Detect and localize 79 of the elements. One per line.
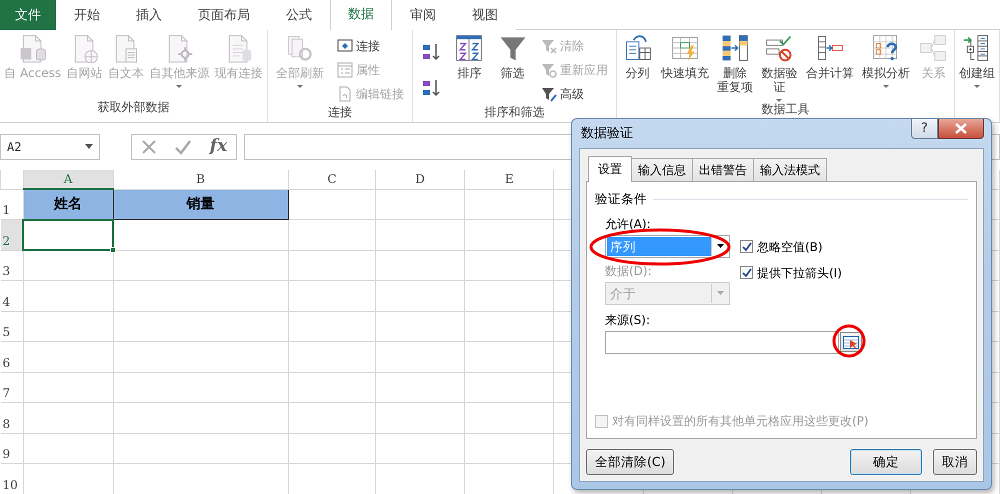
range-picker-icon: [843, 336, 859, 349]
row-header[interactable]: 4: [0, 280, 24, 311]
properties-list-icon: [337, 62, 353, 78]
caret-icon: [716, 244, 724, 248]
source-input[interactable]: [605, 330, 839, 354]
ribbon-button[interactable]: 数据验 证: [760, 33, 798, 102]
column-header[interactable]: C: [288, 170, 376, 189]
close-icon: [955, 123, 967, 134]
cancel-icon: [140, 138, 157, 154]
ribbon-button[interactable]: 连接: [336, 35, 405, 57]
database-document-icon: [18, 33, 48, 63]
checkbox[interactable]: 提供下拉箭头(I): [740, 264, 842, 282]
sort-descending-icon: [421, 78, 442, 98]
help-button[interactable]: ?: [911, 119, 938, 139]
validation-check-block-icon: [764, 33, 794, 63]
sort-descending-button[interactable]: [420, 77, 442, 99]
window-title: 数据验证: [580, 124, 633, 143]
caret-icon: [85, 144, 93, 149]
column-header[interactable]: E: [464, 170, 554, 189]
ribbon-button[interactable]: 排序: [453, 33, 486, 105]
sort-ascending-icon: [421, 42, 442, 62]
row-header[interactable]: 2: [0, 220, 24, 250]
active-cell[interactable]: [23, 220, 114, 250]
ribbon-button[interactable]: 分列: [622, 33, 654, 102]
range-picker-button[interactable]: [840, 332, 862, 352]
column-header[interactable]: B: [113, 170, 288, 189]
advanced-filter-icon: [540, 86, 557, 102]
connection-window-icon: [337, 38, 353, 54]
ribbon-button[interactable]: 删除 重复项: [716, 33, 754, 102]
sort-dialog-icon: [454, 33, 484, 63]
ribbon-button[interactable]: 创建组: [958, 33, 996, 100]
row-header[interactable]: 6: [0, 342, 24, 372]
header-cell[interactable]: 销量: [113, 189, 288, 220]
checkmark-icon: [742, 268, 752, 278]
reapply-filter-icon: [540, 62, 557, 78]
close-button[interactable]: [938, 119, 984, 139]
row-header[interactable]: 7: [0, 372, 24, 402]
ribbon-button[interactable]: 高级: [540, 83, 609, 105]
remove-duplicates-icon: [720, 33, 750, 63]
file-tab[interactable]: 文件: [0, 0, 56, 30]
ribbon-button[interactable]: 模拟分析: [861, 33, 912, 102]
group-label: 数据工具: [760, 102, 810, 118]
group-label: 排序和筛选: [484, 105, 546, 121]
row-header[interactable]: 3: [0, 250, 24, 280]
checkbox[interactable]: 忽略空值(B): [740, 238, 842, 256]
row-header[interactable]: 9: [0, 433, 24, 464]
dialog-tab[interactable]: 输入信息: [631, 158, 693, 181]
fill-handle[interactable]: [110, 247, 116, 253]
ribbon-tab[interactable]: 数据: [330, 0, 392, 30]
ribbon-button[interactable]: 筛选: [496, 33, 529, 105]
field-label: 允许(A):: [605, 216, 651, 233]
group-label: 获取外部数据: [96, 100, 170, 116]
dialog-button[interactable]: 全部清除(C): [586, 449, 674, 475]
ribbon-button[interactable]: 快速填充: [660, 33, 710, 102]
checkmark-icon: [742, 242, 752, 252]
dialog-button[interactable]: 确定: [850, 449, 922, 475]
edit-links-icon: [337, 86, 353, 102]
header-cell[interactable]: 姓名: [23, 189, 114, 220]
insert-function-button[interactable]: fx: [210, 134, 228, 160]
row-header[interactable]: 8: [0, 402, 24, 433]
ribbon-button[interactable]: 合并计算: [804, 33, 855, 102]
field-label: 数据(D):: [605, 262, 652, 280]
dialog-tab[interactable]: 输入法模式: [753, 158, 827, 181]
dialog-tab[interactable]: 设置: [588, 156, 632, 182]
checkmark-icon: [174, 138, 192, 154]
caret-icon: [716, 291, 724, 296]
section-title: 验证条件: [595, 190, 647, 208]
relationship-tables-icon: [918, 33, 948, 63]
highlight-ellipse: [831, 323, 867, 359]
column-header[interactable]: A: [23, 170, 114, 189]
row-header[interactable]: 5: [0, 311, 24, 342]
dialog-tab[interactable]: 出错警告: [692, 158, 754, 181]
field-label: 来源(S):: [605, 312, 650, 329]
sort-ascending-button[interactable]: [420, 41, 442, 63]
name-box[interactable]: A2: [0, 134, 100, 160]
clear-filter-icon: [540, 38, 557, 54]
dialog-button[interactable]: 取消: [933, 449, 977, 475]
group-label: 连接: [327, 105, 353, 121]
column-header[interactable]: D: [376, 170, 464, 189]
